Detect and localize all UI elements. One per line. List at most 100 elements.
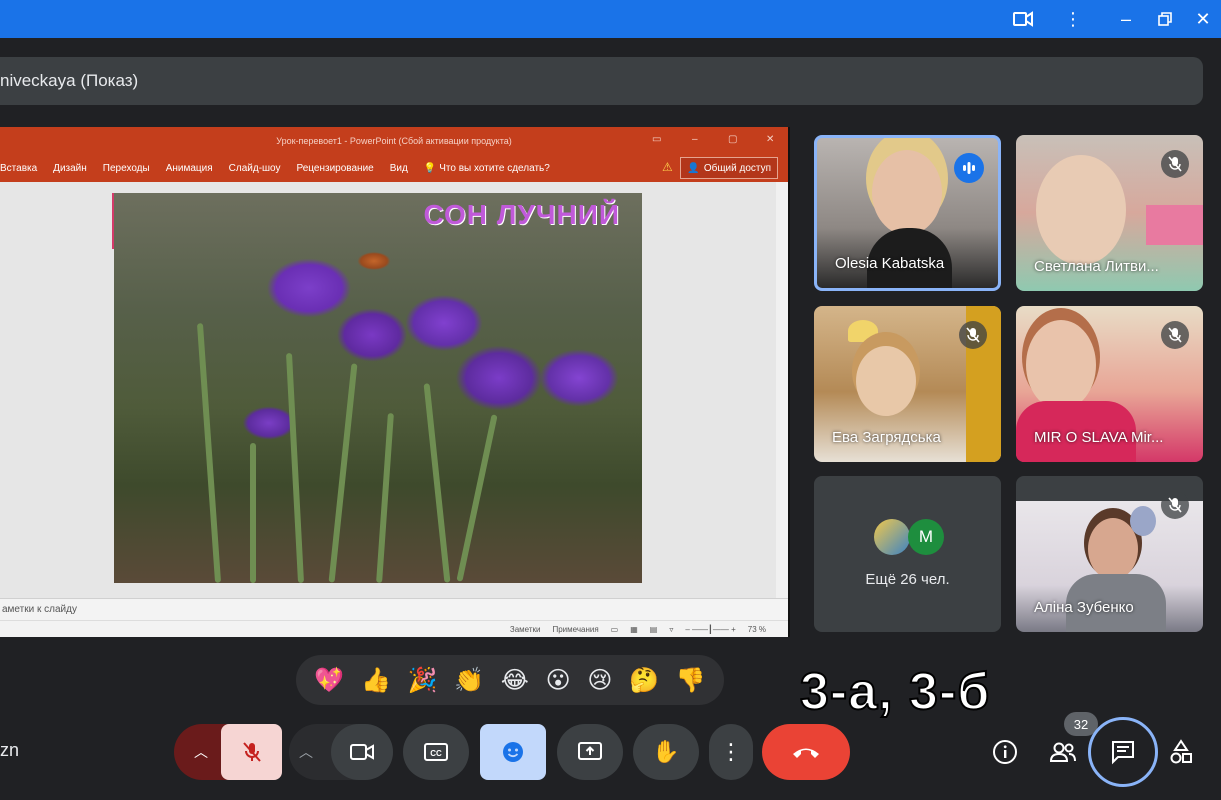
ribbon-options-icon[interactable]: ▭ (652, 134, 661, 145)
present-screen-icon (578, 742, 602, 760)
ribbon-tab-insert[interactable]: Вставка (0, 163, 37, 174)
svg-text:CC: CC (430, 749, 442, 758)
raise-hand-button[interactable]: ✋ (633, 724, 699, 780)
reaction-laugh[interactable]: 😂 (501, 666, 529, 695)
call-end-icon (793, 748, 819, 758)
presenter-banner: niveckaya (Показ) (0, 57, 1203, 105)
closed-captions-icon: CC (424, 743, 448, 761)
ribbon-tab-review[interactable]: Рецензирование (297, 163, 374, 174)
ribbon-tab-transitions[interactable]: Переходы (103, 163, 150, 174)
reaction-thinking[interactable]: 🤔 (629, 666, 659, 695)
reaction-heart[interactable]: 💖 (314, 666, 344, 695)
share-button[interactable]: 👤 Общий доступ (680, 157, 778, 179)
videocam-icon (350, 744, 374, 760)
avatar-letter: M (918, 527, 934, 546)
slide-title: СОН ЛУЧНИЙ (423, 199, 620, 230)
participant-tile[interactable]: Светлана Литви... (1016, 135, 1203, 291)
mic-off-icon (1161, 150, 1189, 178)
hand-icon: ✋ (652, 739, 680, 764)
ppt-maximize-icon[interactable]: ▢ (728, 134, 737, 145)
smiley-icon (503, 742, 523, 762)
meeting-details-button[interactable] (986, 733, 1024, 771)
slideshow-view-icon[interactable]: ▿ (669, 625, 673, 634)
reaction-surprised[interactable]: 😮 (546, 666, 571, 695)
mic-toggle-button[interactable] (221, 724, 282, 780)
participant-tile[interactable]: MIR O SLAVA Mir... (1016, 306, 1203, 462)
reaction-clap[interactable]: 👏 (454, 666, 484, 695)
notes-placeholder: аметки к слайду (2, 604, 77, 615)
comments-toggle[interactable]: Примечания (552, 625, 598, 634)
slide-canvas[interactable]: СОН ЛУЧНИЙ (114, 193, 642, 583)
people-button[interactable] (1044, 733, 1082, 771)
mic-off-icon (1161, 491, 1189, 519)
participant-name: Ева Загрядська (832, 429, 941, 446)
more-options-button[interactable]: ⋮ (709, 724, 753, 780)
leave-call-button[interactable] (762, 724, 850, 780)
chevron-up-icon[interactable]: ︿ (299, 742, 313, 762)
more-participants-label: Ещё 26 чел. (865, 571, 950, 588)
captions-button[interactable]: CC (403, 724, 469, 780)
normal-view-icon[interactable]: ▭ (611, 625, 619, 634)
mic-off-icon (242, 742, 261, 762)
participant-name: Аліна Зубенко (1034, 599, 1134, 616)
editor-scrollbar[interactable] (776, 182, 788, 602)
mic-control-group: ︿ (174, 724, 282, 780)
warning-icon: ⚠ (662, 160, 673, 174)
ppt-title-bar: Урок-перевоет1 - PowerPoint (Сбой актива… (0, 127, 788, 154)
sorter-view-icon[interactable]: ▦ (630, 625, 638, 634)
person-icon: 👤 (687, 162, 700, 174)
reactions-button[interactable] (480, 724, 546, 780)
info-icon (993, 740, 1017, 764)
participant-tile[interactable]: Ева Загрядська (814, 306, 1001, 462)
ppt-editor: СОН ЛУЧНИЙ аметки к слайду Заметки Приме… (0, 182, 788, 637)
lightbulb-icon: 💡 (423, 162, 437, 174)
camera-icon[interactable] (1010, 6, 1036, 32)
zoom-slider[interactable]: – ——┃—— + (685, 625, 735, 634)
minimize-icon[interactable]: – (1113, 6, 1139, 32)
reaction-thumbs-up[interactable]: 👍 (361, 666, 391, 695)
people-icon (1049, 742, 1076, 762)
ribbon-tab-animations[interactable]: Анимация (166, 163, 213, 174)
participant-name: Светлана Литви... (1034, 258, 1159, 275)
activities-button[interactable] (1162, 733, 1200, 771)
ppt-close-icon[interactable]: ✕ (766, 134, 774, 145)
share-label: Общий доступ (703, 162, 771, 174)
reaction-thumbs-down[interactable]: 👎 (676, 666, 706, 695)
ppt-status-bar: Заметки Примечания ▭ ▦ ▤ ▿ – ——┃—— + 73 … (0, 620, 788, 637)
class-overlay-label: 3-а, 3-б (799, 662, 991, 722)
more-participants-tile[interactable]: M Ещё 26 чел. (814, 476, 1001, 632)
ribbon-tab-slideshow[interactable]: Слайд-шоу (229, 163, 281, 174)
ribbon-tab-design[interactable]: Дизайн (53, 163, 87, 174)
reaction-sad[interactable]: 😢 (587, 666, 612, 695)
ribbon-tab-view[interactable]: Вид (390, 163, 408, 174)
participant-tile[interactable]: Olesia Kabatska (814, 135, 1001, 291)
ppt-minimize-icon[interactable]: – (692, 134, 698, 145)
mic-off-icon (1161, 321, 1189, 349)
more-vert-icon[interactable]: ⋮ (1060, 6, 1086, 32)
presenter-label: niveckaya (Показ) (0, 71, 139, 90)
zoom-level[interactable]: 73 % (748, 625, 766, 634)
chevron-up-icon[interactable]: ︿ (184, 724, 218, 780)
shared-screen: Урок-перевоет1 - PowerPoint (Сбой актива… (0, 127, 790, 637)
shapes-icon (1170, 739, 1192, 764)
tell-me-search[interactable]: 💡 Что вы хотите сделать? (424, 163, 550, 174)
meeting-code: zn (0, 740, 20, 760)
mic-off-icon (959, 321, 987, 349)
avatar (874, 519, 910, 555)
more-vert-icon: ⋮ (720, 739, 742, 764)
participant-name: MIR O SLAVA Mir... (1034, 429, 1164, 446)
avatar: M (908, 519, 944, 555)
present-button[interactable] (557, 724, 623, 780)
chat-button[interactable] (1088, 717, 1158, 787)
notes-toggle[interactable]: Заметки (510, 625, 541, 634)
title-bar: ⋮ – ✕ (0, 0, 1221, 38)
chat-icon (1112, 741, 1134, 765)
notes-pane[interactable]: аметки к слайду (0, 598, 788, 620)
close-icon[interactable]: ✕ (1190, 6, 1216, 32)
restore-icon[interactable] (1152, 6, 1178, 32)
tell-me-label: Что вы хотите сделать? (439, 162, 550, 174)
camera-toggle-button[interactable] (331, 724, 393, 780)
reaction-party[interactable]: 🎉 (408, 666, 438, 695)
reading-view-icon[interactable]: ▤ (650, 625, 658, 634)
participant-tile[interactable]: Аліна Зубенко (1016, 476, 1203, 632)
